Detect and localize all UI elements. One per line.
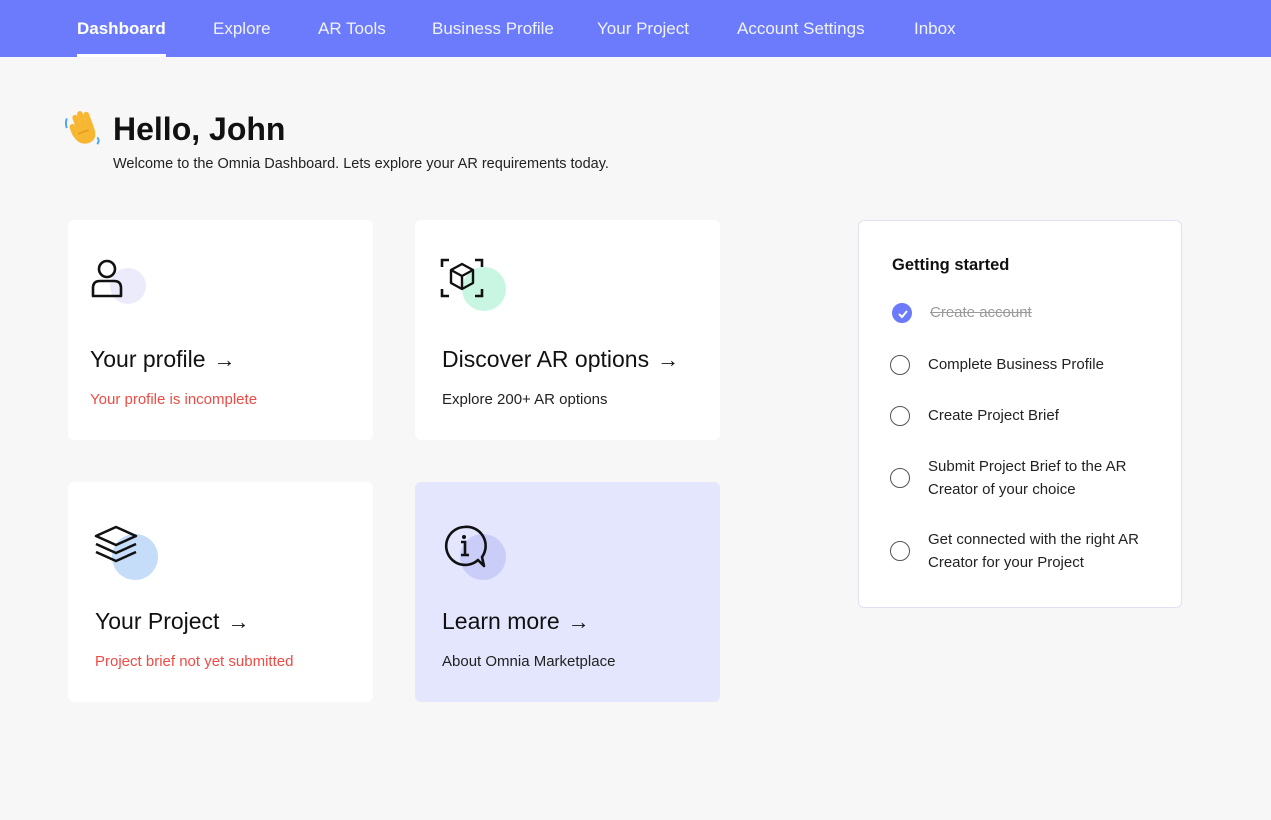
nav-business-profile[interactable]: Business Profile bbox=[432, 0, 554, 57]
card-title: Your profile → bbox=[90, 346, 236, 373]
nav-dashboard[interactable]: Dashboard bbox=[77, 0, 166, 57]
card-description: Project brief not yet submitted bbox=[95, 653, 294, 670]
card-title: Your Project → bbox=[95, 608, 249, 635]
layers-icon bbox=[94, 524, 158, 584]
card-your-profile[interactable]: Your profile → Your profile is incomplete bbox=[68, 220, 373, 440]
nav-inbox[interactable]: Inbox bbox=[914, 0, 956, 57]
nav-ar-tools[interactable]: AR Tools bbox=[318, 0, 386, 57]
empty-circle-icon bbox=[890, 541, 910, 561]
empty-circle-icon bbox=[890, 406, 910, 426]
checklist-label: Complete Business Profile bbox=[928, 356, 1104, 373]
arrow-right-icon: → bbox=[567, 609, 590, 634]
ar-cube-icon bbox=[437, 256, 506, 316]
checklist-label: Get connected with the right AR Creator … bbox=[928, 531, 1139, 571]
checklist-label: Submit Project Brief to the AR Creator o… bbox=[928, 458, 1127, 498]
top-nav-bar: Dashboard Explore AR Tools Business Prof… bbox=[0, 0, 1271, 57]
card-discover-ar[interactable]: Discover AR options → Explore 200+ AR opt… bbox=[415, 220, 720, 440]
nav-explore[interactable]: Explore bbox=[213, 0, 271, 57]
nav-account-settings[interactable]: Account Settings bbox=[737, 0, 865, 57]
card-title-text: Your profile bbox=[90, 346, 206, 372]
checklist-label: Create account bbox=[930, 304, 1032, 321]
getting-started-panel: Getting started Create account Complete … bbox=[858, 220, 1182, 608]
empty-circle-icon bbox=[890, 468, 910, 488]
empty-circle-icon bbox=[890, 355, 910, 375]
card-title-text: Learn more bbox=[442, 608, 560, 634]
greeting-title: Hello, John bbox=[113, 111, 286, 147]
card-description: Your profile is incomplete bbox=[90, 391, 258, 408]
info-bubble-icon bbox=[442, 524, 506, 584]
card-title-text: Discover AR options bbox=[442, 346, 650, 372]
card-your-project[interactable]: Your Project → Project brief not yet subm… bbox=[68, 482, 373, 702]
card-title: Learn more → bbox=[442, 608, 590, 635]
card-description: Explore 200+ AR options bbox=[442, 391, 608, 408]
card-title: Discover AR options → bbox=[442, 346, 679, 373]
arrow-right-icon: → bbox=[657, 347, 680, 372]
user-icon bbox=[90, 256, 150, 316]
welcome-subtitle: Welcome to the Omnia Dashboard. Lets exp… bbox=[113, 156, 609, 172]
card-description: About Omnia Marketplace bbox=[442, 653, 616, 670]
arrow-right-icon: → bbox=[227, 609, 250, 634]
arrow-right-icon: → bbox=[213, 347, 236, 372]
nav-your-project[interactable]: Your Project bbox=[597, 0, 689, 57]
card-title-text: Your Project bbox=[95, 608, 220, 634]
waving-hand-icon bbox=[64, 111, 100, 145]
card-learn-more[interactable]: Learn more → About Omnia Marketplace bbox=[415, 482, 720, 702]
getting-started-title: Getting started bbox=[892, 256, 1010, 274]
check-circle-icon bbox=[892, 303, 912, 323]
checklist-label: Create Project Brief bbox=[928, 407, 1059, 424]
